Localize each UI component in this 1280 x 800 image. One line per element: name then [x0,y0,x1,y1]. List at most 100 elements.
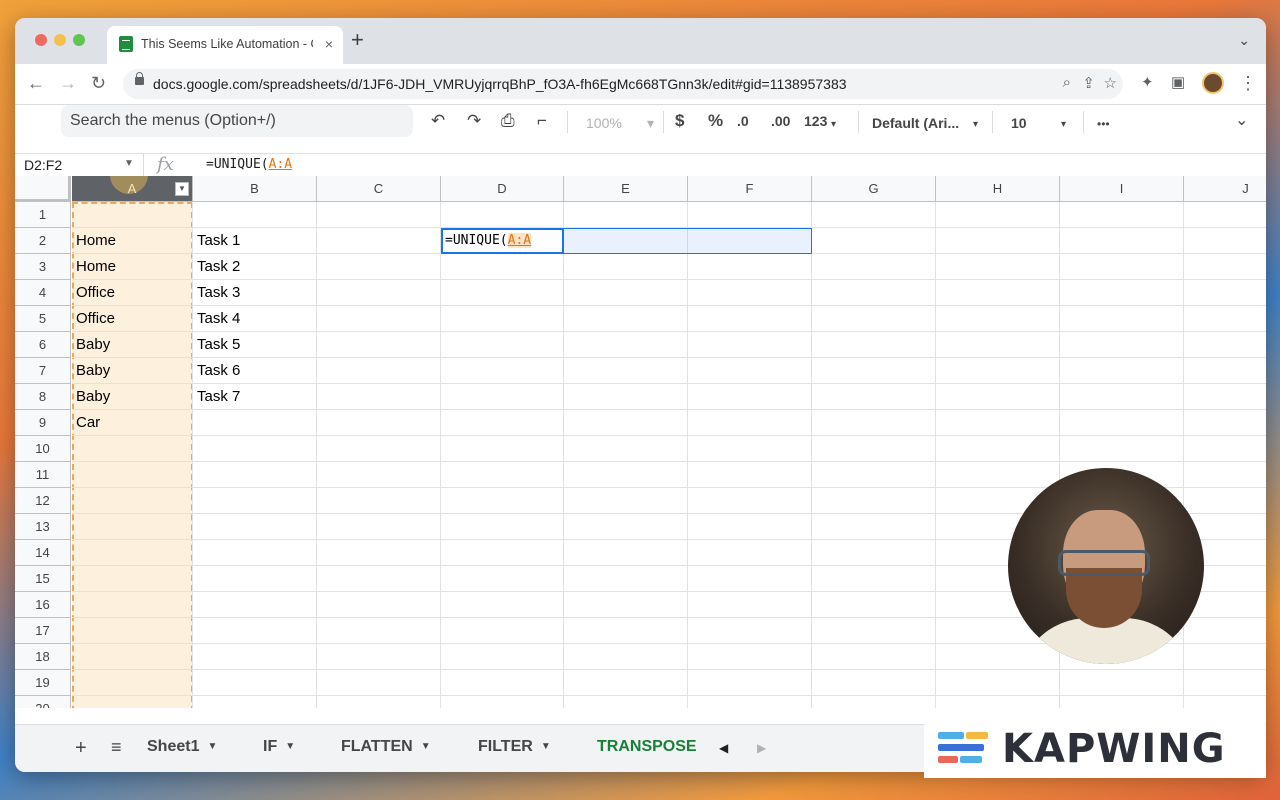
cell-c3[interactable] [317,254,441,280]
cell-c5[interactable] [317,306,441,332]
cell-d19[interactable] [441,670,564,696]
cell-c1[interactable] [317,202,441,228]
cell-g5[interactable] [812,306,936,332]
cell-c19[interactable] [317,670,441,696]
cell-a16[interactable] [72,592,193,618]
column-header-f[interactable]: F [688,176,812,202]
percent-button[interactable]: % [708,110,723,132]
cell-b16[interactable] [193,592,317,618]
cell-j12[interactable] [1184,488,1266,514]
cell-a7[interactable]: Baby [72,358,193,384]
cell-g16[interactable] [812,592,936,618]
active-cell-editor[interactable]: =UNIQUE(A:A [441,228,564,254]
cell-b8[interactable]: Task 7 [193,384,317,410]
cell-f20[interactable] [688,696,812,708]
cell-e10[interactable] [564,436,688,462]
cell-c11[interactable] [317,462,441,488]
formula-input[interactable]: =UNIQUE(A:A [206,157,292,172]
omnibox[interactable]: docs.google.com/spreadsheets/d/1JF6-JDH_… [123,69,1123,99]
paint-format-icon[interactable]: ⌐ [537,110,547,132]
cell-e7[interactable] [564,358,688,384]
cell-f10[interactable] [688,436,812,462]
cell-j7[interactable] [1184,358,1266,384]
cell-f19[interactable] [688,670,812,696]
back-button[interactable]: ← [27,73,45,93]
cell-e13[interactable] [564,514,688,540]
cell-j1[interactable] [1184,202,1266,228]
row-header-18[interactable]: 18 [15,644,71,670]
new-tab-button[interactable]: + [351,29,364,51]
sheet-tab-menu-icon[interactable]: ▼ [207,741,217,752]
row-header-4[interactable]: 4 [15,280,71,306]
sheet-tab-filter[interactable]: FILTER ▼ [478,738,551,756]
cell-g1[interactable] [812,202,936,228]
cell-b5[interactable]: Task 4 [193,306,317,332]
cell-e12[interactable] [564,488,688,514]
cell-f8[interactable] [688,384,812,410]
cell-j17[interactable] [1184,618,1266,644]
cell-a2[interactable]: Home [72,228,193,254]
redo-icon[interactable]: ↷ [467,110,481,132]
cell-h1[interactable] [936,202,1060,228]
row-header-6[interactable]: 6 [15,332,71,358]
add-sheet-button[interactable]: + [75,737,87,760]
cell-j10[interactable] [1184,436,1266,462]
cell-d15[interactable] [441,566,564,592]
currency-button[interactable]: $ [675,110,684,132]
scroll-sheets-right-button[interactable]: ▶ [757,741,766,755]
share-icon[interactable]: ⇪ [1082,74,1095,92]
cell-b4[interactable]: Task 3 [193,280,317,306]
cell-i6[interactable] [1060,332,1184,358]
cell-d10[interactable] [441,436,564,462]
cell-j9[interactable] [1184,410,1266,436]
column-header-h[interactable]: H [936,176,1060,202]
cell-e14[interactable] [564,540,688,566]
cell-g13[interactable] [812,514,936,540]
cell-b9[interactable] [193,410,317,436]
cell-b10[interactable] [193,436,317,462]
collapse-toolbar-icon[interactable]: ⌄ [1235,110,1248,132]
zoom-dropdown-icon[interactable]: ▾ [647,112,654,134]
minimize-window-button[interactable] [54,34,66,46]
cell-j18[interactable] [1184,644,1266,670]
row-header-7[interactable]: 7 [15,358,71,384]
cell-a10[interactable] [72,436,193,462]
cell-g11[interactable] [812,462,936,488]
cell-b1[interactable] [193,202,317,228]
sheet-tab-if[interactable]: IF ▼ [263,738,295,756]
lock-icon[interactable] [135,72,144,85]
cell-e5[interactable] [564,306,688,332]
column-header-d[interactable]: D [441,176,564,202]
row-header-12[interactable]: 12 [15,488,71,514]
decrease-decimal-button[interactable]: .0 [737,110,749,132]
cell-a12[interactable] [72,488,193,514]
all-sheets-button[interactable]: ≡ [111,737,122,758]
cell-c10[interactable] [317,436,441,462]
cell-h6[interactable] [936,332,1060,358]
font-dropdown-icon[interactable]: ▾ [973,114,978,136]
cell-c12[interactable] [317,488,441,514]
cell-d8[interactable] [441,384,564,410]
cell-h11[interactable] [936,462,1060,488]
cell-h4[interactable] [936,280,1060,306]
cell-j8[interactable] [1184,384,1266,410]
cell-d11[interactable] [441,462,564,488]
row-header-5[interactable]: 5 [15,306,71,332]
bookmark-star-icon[interactable]: ☆ [1104,74,1117,92]
number-format-button[interactable]: 123 [804,110,827,132]
cell-f18[interactable] [688,644,812,670]
cell-c20[interactable] [317,696,441,708]
cell-g14[interactable] [812,540,936,566]
column-header-c[interactable]: C [317,176,441,202]
sheet-tab-menu-icon[interactable]: ▼ [541,741,551,752]
cell-c4[interactable] [317,280,441,306]
cell-c15[interactable] [317,566,441,592]
name-box-dropdown-icon[interactable]: ▼ [124,158,134,169]
cell-j20[interactable] [1184,696,1266,708]
cell-j5[interactable] [1184,306,1266,332]
cell-j3[interactable] [1184,254,1266,280]
cell-b13[interactable] [193,514,317,540]
row-header-10[interactable]: 10 [15,436,71,462]
cell-c2[interactable] [317,228,441,254]
cell-a1[interactable] [72,202,193,228]
